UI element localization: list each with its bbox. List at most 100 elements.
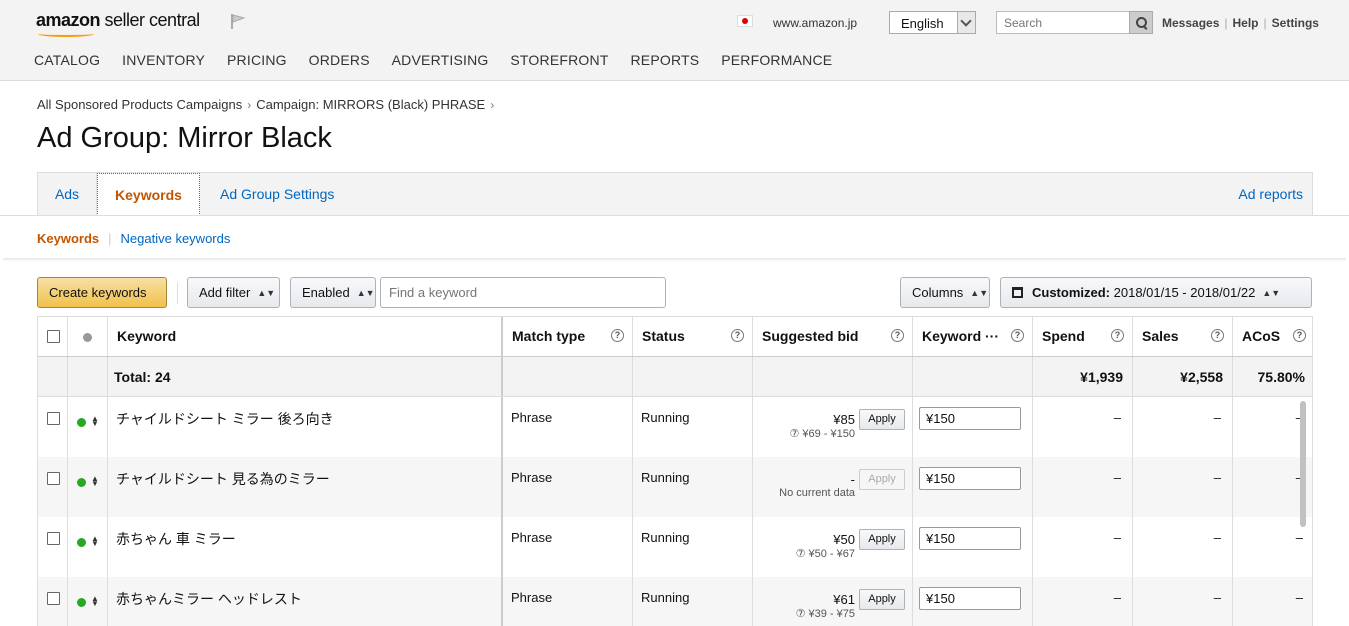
header-cell[interactable]: Spend? — [1033, 317, 1133, 356]
cell: – — [1133, 397, 1233, 457]
cell: – — [1033, 397, 1133, 457]
keyword-bid-input[interactable] — [919, 587, 1021, 610]
keyword-text[interactable]: チャイルドシート ミラー 後ろ向き — [116, 409, 334, 429]
ad-reports-link[interactable]: Ad reports — [1238, 173, 1303, 216]
status-text: Running — [641, 410, 690, 425]
header-cell[interactable]: ACoS? — [1233, 317, 1312, 356]
japan-flag-icon — [737, 15, 753, 27]
help-icon[interactable]: ? — [891, 329, 904, 342]
keyword-bid-input[interactable] — [919, 407, 1021, 430]
header-cell[interactable]: Suggested bid? — [753, 317, 913, 356]
keyword-bid-input[interactable] — [919, 527, 1021, 550]
nav-reports[interactable]: REPORTS — [630, 52, 699, 68]
suggested-bid-range: ⑦ ¥39 - ¥75 — [795, 608, 855, 620]
tab-ads[interactable]: Ads — [38, 173, 97, 216]
total-label: Total: 24 — [114, 369, 171, 385]
cell: Phrase — [503, 517, 633, 577]
keyword-text[interactable]: 赤ちゃんミラー ヘッドレスト — [116, 589, 302, 609]
apply-bid-button[interactable]: Apply — [859, 529, 905, 550]
help-icon[interactable]: ? — [1011, 329, 1024, 342]
row-checkbox[interactable] — [47, 472, 60, 485]
row-checkbox[interactable] — [47, 412, 60, 425]
search-input[interactable] — [996, 11, 1130, 34]
tab-ad-group-settings[interactable]: Ad Group Settings — [220, 173, 334, 216]
row-checkbox[interactable] — [47, 592, 60, 605]
help-icon[interactable]: ? — [1111, 329, 1124, 342]
tab-keywords[interactable]: Keywords — [97, 173, 200, 216]
state-toggle-icon[interactable]: ▲ ▼ — [91, 415, 99, 428]
breadcrumb-campaign[interactable]: Campaign: MIRRORS (Black) PHRASE — [256, 97, 485, 112]
cell: ▲ ▼ — [68, 577, 108, 626]
subnav-negative-keywords[interactable]: Negative keywords — [121, 231, 231, 246]
apply-bid-button[interactable]: Apply — [859, 469, 905, 490]
header-cell[interactable]: Status? — [633, 317, 753, 356]
search-icon[interactable] — [1129, 11, 1153, 34]
breadcrumb-campaigns[interactable]: All Sponsored Products Campaigns — [37, 97, 242, 112]
seller-central-logo[interactable]: amazon seller central — [36, 10, 200, 37]
cell: 75.80% — [1233, 357, 1312, 396]
cell: Total: 24 — [108, 357, 503, 396]
apply-bid-button[interactable]: Apply — [859, 409, 905, 430]
enabled-dot-icon — [77, 538, 86, 547]
help-link[interactable]: Help — [1233, 16, 1259, 30]
create-keywords-button[interactable]: Create keywords — [37, 277, 167, 308]
nav-inventory[interactable]: INVENTORY — [122, 52, 205, 68]
columns-label: Columns — [912, 285, 964, 300]
help-icon[interactable]: ? — [1293, 329, 1306, 342]
state-toggle-icon[interactable]: ▲ ▼ — [91, 595, 99, 608]
cell: ¥61 ⑦ ¥39 - ¥75 Apply — [753, 577, 913, 626]
help-icon[interactable]: ? — [731, 329, 744, 342]
nav-performance[interactable]: PERFORMANCE — [721, 52, 832, 68]
main-nav: CATALOG INVENTORY PRICING ORDERS ADVERTI… — [34, 52, 850, 68]
keyword-text[interactable]: 赤ちゃん 車 ミラー — [116, 529, 236, 549]
match-type: Phrase — [511, 470, 553, 485]
add-filter-button[interactable]: Add filter ▲▼ — [187, 277, 280, 308]
row-checkbox[interactable] — [47, 532, 60, 545]
enabled-filter-button[interactable]: Enabled ▲▼ — [290, 277, 376, 308]
nav-pricing[interactable]: PRICING — [227, 52, 287, 68]
header-cell[interactable]: Sales? — [1133, 317, 1233, 356]
suggested-bid-range: ⑦ ¥69 - ¥150 — [789, 428, 855, 440]
sort-arrows-icon: ▲▼ — [356, 288, 375, 298]
nav-storefront[interactable]: STOREFRONT — [510, 52, 608, 68]
state-toggle-icon[interactable]: ▲ ▼ — [91, 535, 99, 548]
keyword-bid-input[interactable] — [919, 467, 1021, 490]
messages-link[interactable]: Messages — [1162, 16, 1219, 30]
column-header: Keyword ··· — [922, 328, 999, 344]
header-cell[interactable]: Match type? — [503, 317, 633, 356]
table-scrollbar[interactable] — [1300, 401, 1306, 527]
language-select[interactable]: English — [889, 11, 976, 34]
cell — [913, 577, 1033, 626]
flag-icon[interactable] — [229, 12, 247, 30]
header-cell[interactable]: Keyword ···? — [913, 317, 1033, 356]
status-text: Running — [641, 530, 690, 545]
date-range-button[interactable]: Customized: 2018/01/15 - 2018/01/22 ▲▼ — [1000, 277, 1312, 308]
marketplace-label[interactable]: www.amazon.jp — [773, 16, 857, 30]
nav-catalog[interactable]: CATALOG — [34, 52, 100, 68]
spend-value: – — [1113, 590, 1121, 605]
help-icon[interactable]: ? — [611, 329, 624, 342]
find-keyword-input[interactable] — [380, 277, 666, 308]
apply-bid-button[interactable]: Apply — [859, 589, 905, 610]
state-toggle-icon[interactable]: ▲ ▼ — [91, 475, 99, 488]
cell: ▲ ▼ — [68, 517, 108, 577]
chevron-right-icon: › — [490, 98, 495, 112]
cell: 赤ちゃんミラー ヘッドレスト — [108, 577, 503, 626]
settings-link[interactable]: Settings — [1272, 16, 1319, 30]
help-icon[interactable]: ? — [1211, 329, 1224, 342]
table-row: ▲ ▼ 赤ちゃんミラー ヘッドレスト Phrase Running ¥61 ⑦ ¥… — [38, 577, 1312, 626]
columns-button[interactable]: Columns ▲▼ — [900, 277, 990, 308]
nav-orders[interactable]: ORDERS — [309, 52, 370, 68]
nav-advertising[interactable]: ADVERTISING — [392, 52, 489, 68]
table-row: ▲ ▼ チャイルドシート ミラー 後ろ向き Phrase Running ¥85 … — [38, 397, 1312, 457]
status-text: Running — [641, 470, 690, 485]
table-header: Keyword Match type? Status? Suggested bi… — [38, 316, 1312, 357]
spend-value: – — [1113, 470, 1121, 485]
header-cell — [38, 317, 68, 356]
keyword-text[interactable]: チャイルドシート 見る為のミラー — [116, 469, 330, 489]
cell: Running — [633, 517, 753, 577]
select-all-checkbox[interactable] — [47, 330, 60, 343]
subnav-keywords[interactable]: Keywords — [37, 231, 99, 246]
header-cell[interactable]: Keyword — [108, 317, 503, 356]
date-range-value: 2018/01/15 - 2018/01/22 — [1113, 285, 1256, 300]
